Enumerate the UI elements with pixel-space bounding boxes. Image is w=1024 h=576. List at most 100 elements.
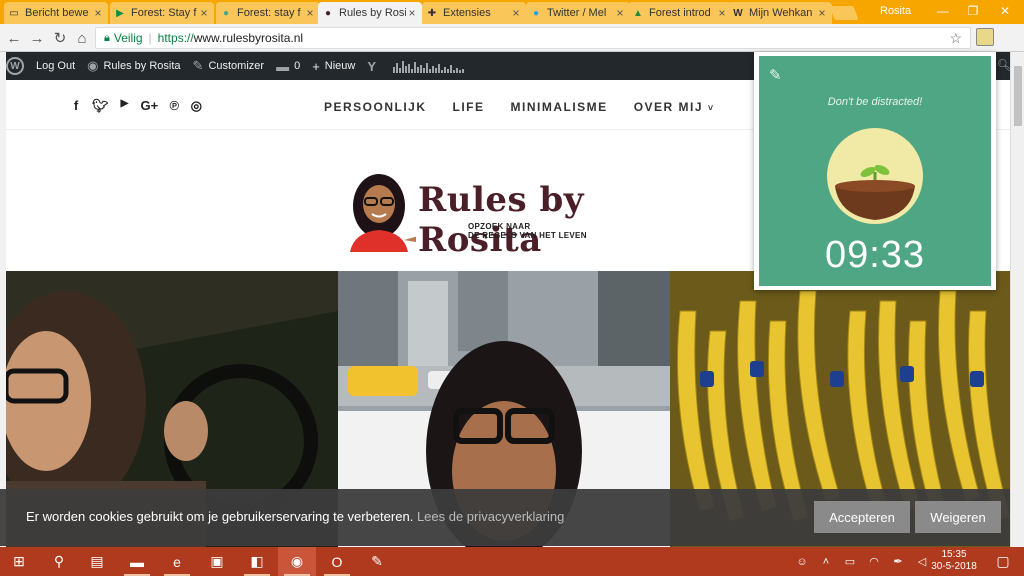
taskbar-clock[interactable]: 15:35 30-5-2018 bbox=[924, 549, 984, 573]
dashboard-icon: ◉ bbox=[87, 58, 99, 73]
windows-start-icon[interactable]: ⊞ bbox=[0, 547, 38, 576]
forest-motto: Don't be distracted! bbox=[827, 96, 923, 108]
search-icon[interactable]: ⚲ bbox=[40, 547, 78, 576]
paint-icon[interactable]: ✎ bbox=[358, 547, 396, 576]
maximize-icon[interactable]: ❐ bbox=[958, 0, 988, 22]
close-tab-icon[interactable]: × bbox=[304, 6, 316, 20]
pinterest-icon[interactable]: ℗ bbox=[168, 98, 180, 114]
facebook-icon[interactable]: f bbox=[70, 98, 82, 114]
customizer-link[interactable]: ✎ Customizer bbox=[193, 58, 265, 74]
close-tab-icon[interactable]: × bbox=[406, 6, 418, 20]
windows-taskbar: ⊞ ⚲ ▤ ▬ e ▣ ◧ ◉ O ✎ ☺ ˄ ▭ ◠ ✒ ◁ 15:35 30… bbox=[0, 547, 1024, 576]
pen-icon[interactable]: ✒ bbox=[886, 555, 910, 568]
nav-life[interactable]: LIFE bbox=[453, 100, 485, 114]
close-tab-icon[interactable]: × bbox=[92, 6, 104, 20]
site-name-link[interactable]: ◉ Rules by Rosita bbox=[87, 58, 180, 74]
puzzle-icon: ✚ bbox=[427, 7, 437, 19]
stats-sparkline-icon[interactable] bbox=[393, 59, 469, 73]
new-label: Nieuw bbox=[324, 60, 356, 72]
tab-wehkamp[interactable]: W Mijn Wehkan × bbox=[728, 2, 832, 24]
profile-name[interactable]: Rosita bbox=[880, 5, 911, 17]
home-icon[interactable]: ⌂ bbox=[72, 28, 92, 48]
youtube-icon[interactable]: ▶ bbox=[119, 98, 131, 114]
close-tab-icon[interactable]: × bbox=[198, 6, 210, 20]
nav-persoonlijk[interactable]: PERSOONLIJK bbox=[324, 100, 427, 114]
close-window-icon[interactable]: ✕ bbox=[990, 0, 1020, 22]
google-plus-icon[interactable]: G+ bbox=[141, 98, 159, 114]
scrollbar-thumb[interactable] bbox=[1014, 66, 1022, 126]
nav-minimalisme[interactable]: MINIMALISME bbox=[511, 100, 608, 114]
twitter-icon: ● bbox=[532, 7, 540, 19]
minimize-icon[interactable]: — bbox=[928, 0, 958, 22]
yoast-icon[interactable]: Y bbox=[367, 59, 381, 74]
play-store-icon: ▶ bbox=[116, 7, 124, 19]
outlook-icon[interactable]: O bbox=[318, 547, 356, 576]
site-logo[interactable]: Rules by Rosita OPZOEK NAARDE REGELS VAN… bbox=[346, 170, 666, 260]
rosita-illustration bbox=[350, 174, 416, 252]
tab-bericht-bewerken[interactable]: ▭ Bericht bewe × bbox=[4, 2, 108, 24]
edge-icon[interactable]: e bbox=[158, 547, 196, 576]
main-navigation: PERSOONLIJK LIFE MINIMALISME OVER MIJ ˅ bbox=[324, 100, 715, 114]
forest-panel: ✎ Don't be distracted! 09:33 bbox=[759, 56, 991, 286]
tab-forest-play[interactable]: ▶ Forest: Stay f × bbox=[110, 2, 214, 24]
logo-title: Rules by Rosita bbox=[418, 180, 585, 260]
tab-extensies[interactable]: ✚ Extensies × bbox=[422, 2, 526, 24]
battery-icon[interactable]: ▭ bbox=[838, 555, 862, 568]
task-view-icon[interactable]: ▤ bbox=[78, 547, 116, 576]
wordpress-icon[interactable]: W bbox=[6, 57, 24, 75]
clock-time: 15:35 bbox=[941, 549, 967, 560]
tab-forest-introductie[interactable]: ▲ Forest introd × bbox=[628, 2, 732, 24]
decline-button[interactable]: Weigeren bbox=[915, 501, 1001, 533]
tab-rules-by-rosita[interactable]: ● Rules by Rosi × bbox=[318, 2, 422, 24]
chrome-icon[interactable]: ◉ bbox=[278, 547, 316, 576]
customizer-label: Customizer bbox=[208, 60, 265, 72]
page-scrollbar[interactable] bbox=[1010, 52, 1024, 547]
wifi-icon[interactable]: ◠ bbox=[862, 555, 886, 568]
cookie-message: Er worden cookies gebruikt om je gebruik… bbox=[26, 509, 414, 524]
clock-date: 30-5-2018 bbox=[931, 561, 977, 572]
secure-label: Veilig bbox=[113, 31, 143, 45]
bookmark-star-icon[interactable]: ☆ bbox=[949, 30, 962, 47]
notifications-icon[interactable]: ▢ bbox=[984, 547, 1022, 576]
browser-titlebar: ▭ Bericht bewe × ▶ Forest: Stay f × ● Fo… bbox=[0, 0, 1024, 24]
close-tab-icon[interactable]: × bbox=[614, 6, 626, 20]
twitter-icon[interactable]: 🐦︎ bbox=[92, 98, 109, 114]
privacy-link[interactable]: Lees de privacyverklaring bbox=[417, 509, 564, 524]
site-name-label: Rules by Rosita bbox=[103, 60, 181, 72]
logout-link[interactable]: Log Out bbox=[36, 60, 75, 72]
search-icon[interactable]: 🔍︎ bbox=[997, 58, 1010, 72]
reload-icon[interactable]: ↻ bbox=[50, 28, 70, 48]
nav-over-mij[interactable]: OVER MIJ ˅ bbox=[634, 100, 715, 114]
new-link[interactable]: + Nieuw bbox=[312, 59, 355, 74]
pencil-icon[interactable]: ✎ bbox=[769, 66, 782, 84]
browser-toolbar: ← → ↻ ⌂ 🔒︎ Veilig | https:// www.rulesby… bbox=[0, 24, 1024, 67]
instagram-icon[interactable]: ◎ bbox=[190, 98, 202, 114]
forward-icon[interactable]: → bbox=[27, 28, 47, 48]
logo-tagline-left: OPZOEK NAAR bbox=[468, 222, 531, 231]
forest-extension-icon[interactable] bbox=[976, 28, 994, 46]
chevron-up-icon[interactable]: ˄ bbox=[814, 556, 838, 568]
comment-icon: ▬ bbox=[276, 58, 290, 74]
back-icon[interactable]: ← bbox=[4, 28, 24, 48]
tab-forest-stay[interactable]: ● Forest: stay f × bbox=[216, 2, 320, 24]
url-protocol: https:// bbox=[157, 31, 194, 45]
close-tab-icon[interactable]: × bbox=[716, 6, 728, 20]
people-icon[interactable]: ☺ bbox=[790, 556, 814, 568]
address-bar[interactable]: 🔒︎ Veilig | https:// www.rulesbyrosita.n… bbox=[95, 27, 971, 49]
nav-over-mij-label: OVER MIJ bbox=[633, 100, 704, 114]
accept-button[interactable]: Accepteren bbox=[814, 501, 910, 533]
w-icon: W bbox=[733, 7, 743, 19]
store-icon[interactable]: ▣ bbox=[198, 547, 236, 576]
file-explorer-icon[interactable]: ▬ bbox=[118, 547, 156, 576]
logo-tagline: OPZOEK NAARDE REGELS VAN HET LEVEN bbox=[468, 222, 666, 240]
chevron-down-icon: ˅ bbox=[707, 103, 715, 113]
brush-icon: ✎ bbox=[192, 58, 204, 73]
new-tab-button[interactable] bbox=[829, 6, 859, 20]
tab-twitter[interactable]: ● Twitter / Mel × bbox=[526, 2, 630, 24]
sprout-illustration bbox=[835, 165, 915, 220]
close-tab-icon[interactable]: × bbox=[510, 6, 522, 20]
document-icon: ▭ bbox=[9, 7, 19, 19]
comments-link[interactable]: ▬ 0 bbox=[276, 59, 300, 74]
sticky-notes-icon[interactable]: ◧ bbox=[238, 547, 276, 576]
close-tab-icon[interactable]: × bbox=[816, 6, 828, 20]
